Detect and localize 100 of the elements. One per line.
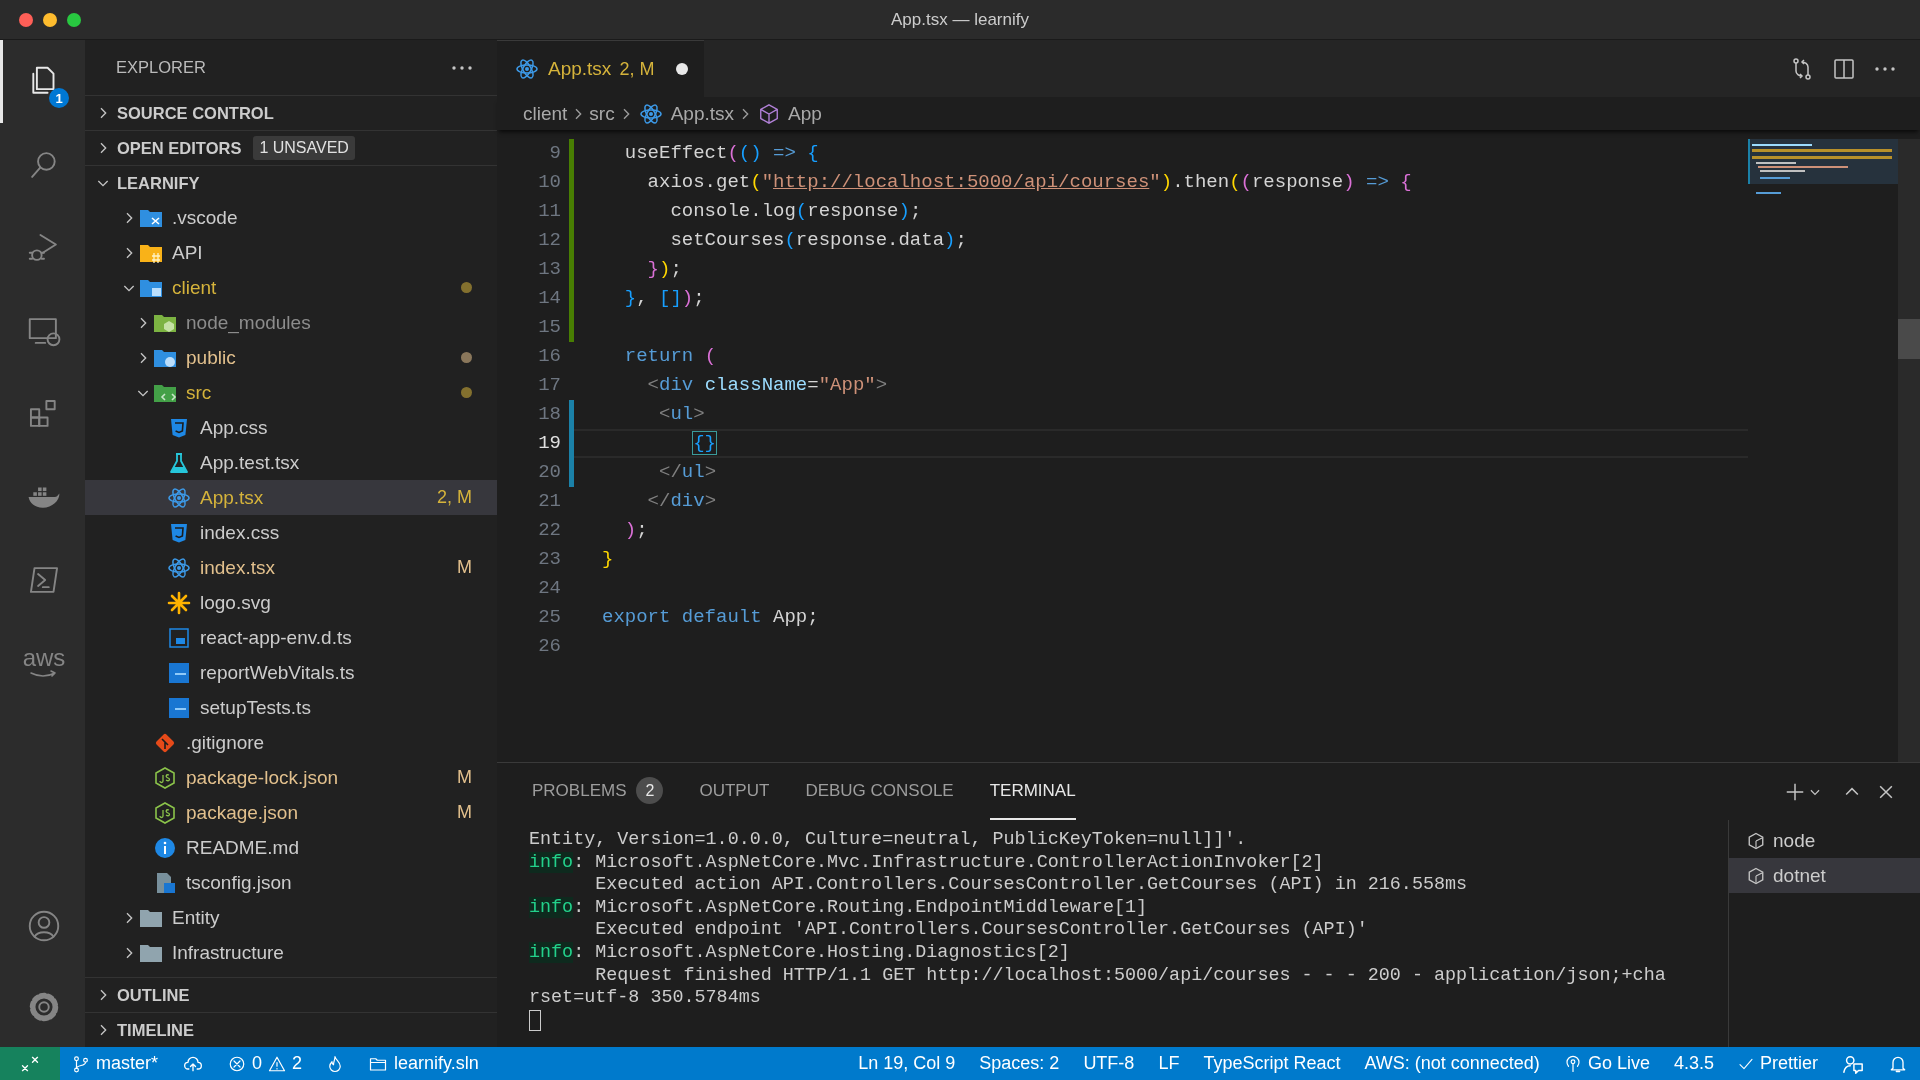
hexagon-icon [153,800,177,825]
more-icon[interactable] [1874,65,1896,72]
asterisk-icon [167,590,191,615]
section-title: LEARNIFY [117,173,200,193]
code-line: <div className="App"> [646,374,888,396]
terminal-session[interactable]: dotnet [1729,858,1920,893]
info-icon [153,835,177,860]
section-header[interactable]: SOURCE CONTROL [85,95,497,130]
tree-item[interactable]: public [85,340,497,375]
tree-item[interactable]: README.md [85,830,497,865]
status-item[interactable]: Ln 19, Col 9 [846,1047,968,1080]
minimize-button[interactable] [43,12,57,27]
remote-button[interactable] [0,1047,60,1080]
code-line: </div> [646,490,717,512]
status-item[interactable]: TypeScript React [1191,1047,1353,1080]
tree-item[interactable]: .vscode [85,200,497,235]
split-editor-icon[interactable] [1832,56,1856,81]
prettier-button[interactable]: Prettier [1725,1047,1830,1080]
line-number: 23 [537,547,561,572]
line-number: 16 [537,344,561,369]
tab-label: TERMINAL [989,780,1076,801]
code-line: <ul> [658,403,705,425]
file-name: README.md [186,836,299,859]
more-icon[interactable] [451,64,473,71]
editor-tab[interactable]: App.tsx 2, M [497,40,705,97]
file-name: .gitignore [186,731,265,754]
code-line: }); [646,258,682,280]
aws-button[interactable]: aws [0,621,85,704]
close-button[interactable] [19,12,33,27]
panel-tab[interactable]: PROBLEMS 2 [532,763,664,820]
status-item[interactable]: AWS: (not connected) [1352,1047,1552,1080]
status-item[interactable]: 4.3.5 [1661,1047,1726,1080]
terminal-session[interactable]: node [1729,823,1920,858]
breadcrumb-item[interactable]: client [523,102,568,125]
zoom-button[interactable] [67,12,81,27]
status-item[interactable]: UTF-8 [1071,1047,1147,1080]
line-number: 19 [537,431,561,456]
tree-item[interactable]: node_modules [85,305,497,340]
code-line: setCourses(response.data); [669,229,967,251]
panel-tab[interactable]: DEBUG CONSOLE [805,763,954,820]
file-name: tsconfig.json [186,871,292,894]
tab-label: DEBUG CONSOLE [805,780,954,801]
tree-item[interactable]: logo.svg [85,585,497,620]
breadcrumb-item[interactable]: src [589,102,615,125]
problems-button[interactable]: 0 2 [216,1047,315,1080]
tree-item[interactable]: API [85,235,497,270]
file-icon [167,695,191,720]
line-number: 21 [537,489,561,514]
tree-item[interactable]: Infrastructure [85,935,497,970]
line-number: 25 [537,605,561,630]
file-name: node_modules [186,311,311,334]
tree-item[interactable]: tsconfig.json [85,865,497,900]
file-name: reportWebVitals.ts [200,661,355,684]
tree-item[interactable]: App.test.tsx [85,445,497,480]
atom-icon [167,555,191,580]
code-line: }, []); [623,287,705,309]
tree-item[interactable]: package-lock.json M [85,760,497,795]
tree-item[interactable]: Entity [85,900,497,935]
tree-item[interactable]: setupTests.ts [85,690,497,725]
text-cursor [529,1009,541,1031]
status-item[interactable]: Spaces: 2 [967,1047,1072,1080]
tab-label: OUTPUT [699,780,770,801]
hexagon-icon [153,765,177,790]
file-name: .vscode [172,206,238,229]
line-number: 18 [537,402,561,427]
line-number: 10 [537,170,561,195]
code-line: {} [692,432,717,454]
panel-tab[interactable]: TERMINAL [989,763,1076,820]
terminal-line: rset=utf-8 350.5784ms [529,987,761,1010]
status-item[interactable]: LF [1146,1047,1192,1080]
section-header[interactable]: LEARNIFY [85,165,497,200]
tree-item[interactable]: react-app-env.d.ts [85,620,497,655]
panel-tab[interactable]: OUTPUT [699,763,770,820]
file-name: App.css [200,416,268,439]
branch-button[interactable]: master* [60,1047,170,1080]
breadcrumb-item[interactable]: App.tsx [670,102,735,125]
compare-changes-icon[interactable] [1790,56,1814,81]
tree-item[interactable]: .gitignore [85,725,497,760]
tree-item[interactable]: reportWebVitals.ts [85,655,497,690]
code-line: </ul> [658,461,717,483]
section-header[interactable]: OPEN EDITORS 1 UNSAVED [85,130,497,165]
terminal-line: info: Microsoft.AspNetCore.Mvc.Infrastructure.ControllerActionInvoker[2] [529,851,1324,875]
tree-item[interactable]: App.css [85,410,497,445]
tree-item[interactable]: package.json M [85,795,497,830]
section-header[interactable]: OUTLINE [85,977,497,1012]
file-name: App.tsx [200,486,264,509]
go-live-button[interactable]: Go Live [1551,1047,1662,1080]
tree-item[interactable]: client [85,270,497,305]
scrollbar[interactable] [1898,139,1920,762]
tree-item[interactable]: index.tsx M [85,550,497,585]
tree-item[interactable]: index.css [85,515,497,550]
smile-arrow-icon [29,669,59,678]
tree-item[interactable]: src [85,375,497,410]
line-number: 13 [537,257,561,282]
tree-item[interactable]: App.tsx 2, M [85,480,497,515]
code-line: console.log(response); [669,200,922,222]
breadcrumb-item[interactable]: App [788,102,822,125]
solution-button[interactable]: learnify.sln [356,1047,491,1080]
line-number: 9 [548,141,561,166]
status-label: M [457,767,472,788]
